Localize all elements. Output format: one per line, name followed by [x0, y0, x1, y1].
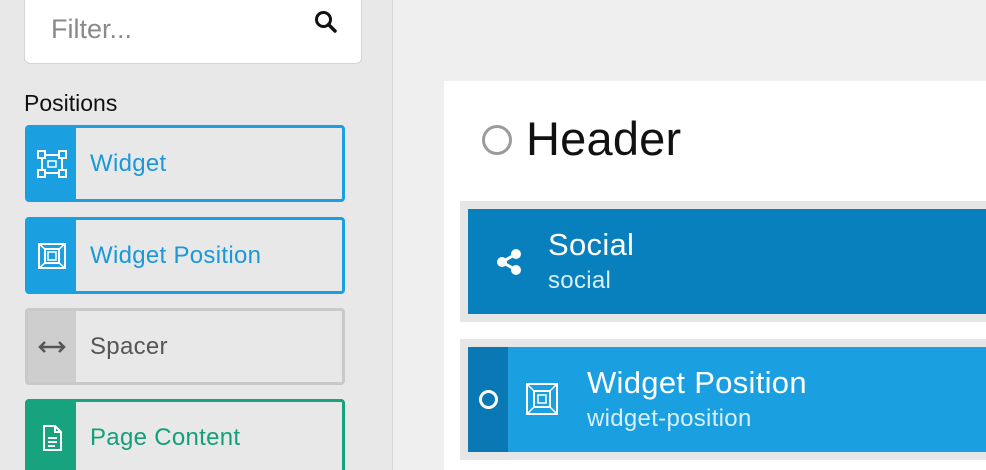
layout-canvas: Header Social social Widget Position wid…	[444, 81, 986, 470]
widget-position-icon	[38, 242, 66, 269]
spacer-arrows-icon	[38, 340, 66, 353]
block-widget-position-wrapper: Widget Position widget-position	[460, 339, 986, 460]
widget-icon	[37, 149, 67, 178]
block-social[interactable]: Social social	[468, 209, 986, 314]
search-icon[interactable]	[313, 9, 339, 35]
block-subtitle: widget-position	[587, 405, 752, 432]
block-widget-position[interactable]: Widget Position widget-position	[468, 347, 986, 452]
section-toggle-circle[interactable]	[482, 125, 512, 155]
position-label: Spacer	[90, 332, 168, 360]
position-label: Widget	[90, 149, 167, 177]
position-label: Page Content	[90, 423, 241, 451]
positions-heading: Positions	[24, 90, 118, 116]
position-widget[interactable]: Widget	[25, 125, 345, 202]
share-icon	[497, 249, 521, 275]
block-subtitle: social	[548, 267, 612, 294]
position-widget-position[interactable]: Widget Position	[25, 217, 345, 294]
positions-panel: Positions Widget	[0, 0, 393, 470]
filter-box	[24, 0, 362, 64]
block-social-wrapper: Social social	[460, 201, 986, 322]
drag-handle[interactable]	[468, 347, 508, 452]
block-title: Social	[548, 227, 635, 262]
handle-circle	[479, 390, 498, 409]
widget-position-icon	[526, 383, 558, 415]
filter-input[interactable]	[51, 1, 301, 57]
position-label: Widget Position	[90, 241, 262, 269]
block-title: Widget Position	[587, 365, 807, 400]
section-title: Header	[526, 112, 682, 165]
position-page-content[interactable]: Page Content	[25, 399, 345, 470]
position-spacer[interactable]: Spacer	[25, 308, 345, 385]
page-content-icon	[43, 424, 62, 451]
